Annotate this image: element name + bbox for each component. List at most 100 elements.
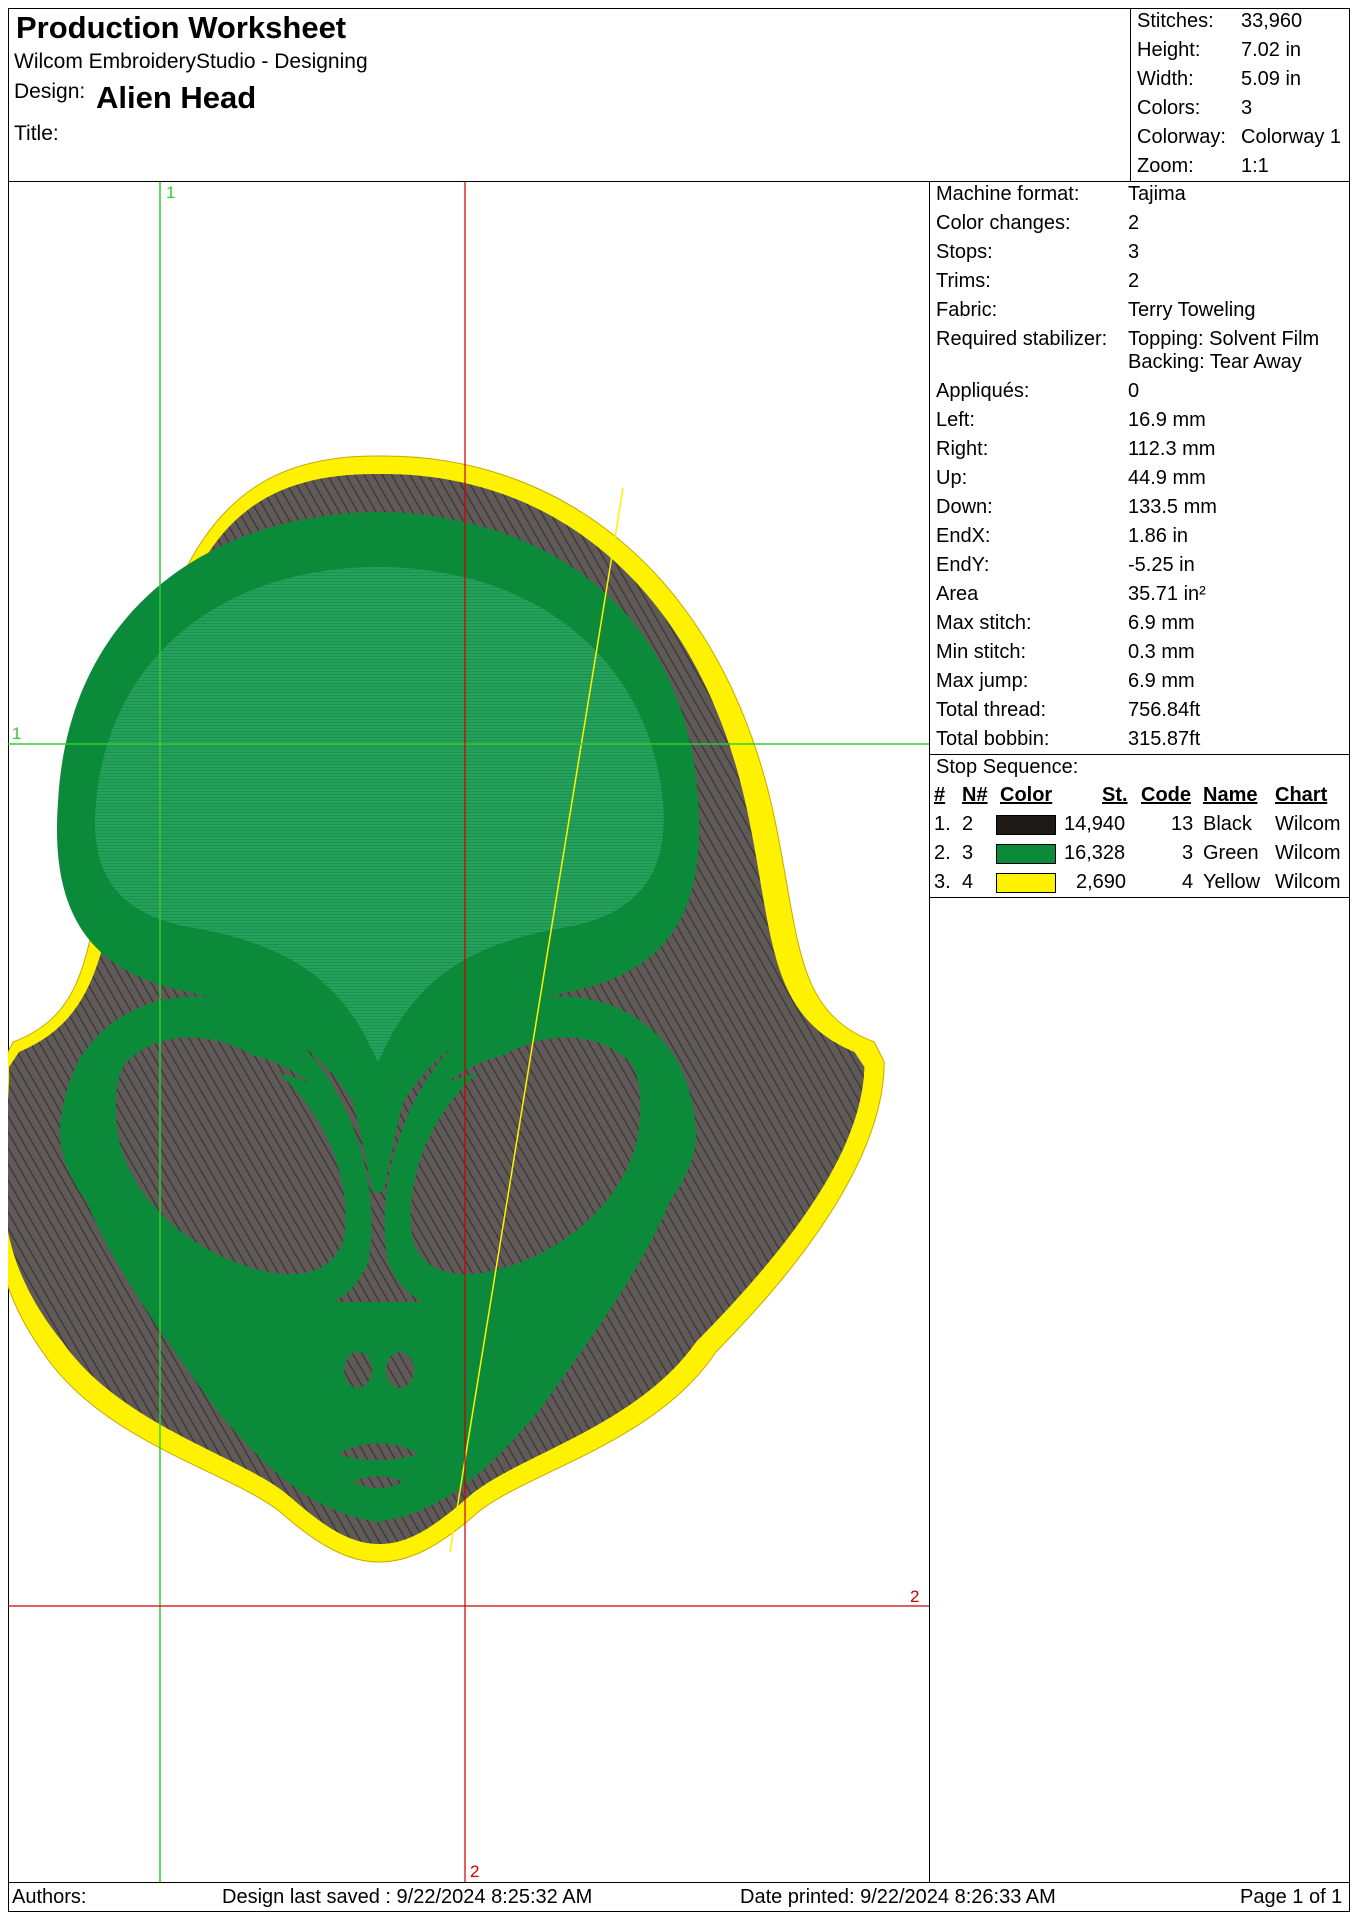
info-row: Up: 44.9 mm: [936, 467, 1206, 490]
info-value: 16.9 mm: [1128, 409, 1206, 431]
design-info-panel: Machine format: Tajima Color changes: 2 St…: [929, 182, 1350, 898]
stop-code: 4: [1182, 871, 1194, 893]
stat-value: 33,960: [1241, 10, 1303, 32]
stop-code: 13: [1171, 813, 1194, 835]
info-label: Fabric:: [936, 299, 998, 321]
info-value: 2: [1128, 270, 1140, 292]
info-row: Color changes: 2: [936, 212, 1139, 235]
stop-color-name: Yellow: [1203, 871, 1261, 893]
software-name: Wilcom EmbroideryStudio - Designing: [14, 50, 368, 73]
info-row: Left: 16.9 mm: [936, 409, 1206, 432]
stat-label: Stitches:: [1137, 10, 1214, 32]
col-header-code: Code: [1141, 784, 1191, 806]
info-row: Appliqués: 0: [936, 380, 1139, 403]
design-label: Design:: [14, 80, 86, 103]
guide-label-red-right: 2: [910, 1587, 919, 1606]
stop-stitches: 2,690: [1076, 871, 1127, 893]
info-label: Color changes:: [936, 212, 1071, 234]
info-value: 133.5 mm: [1128, 496, 1217, 518]
stat-value: 3: [1241, 97, 1253, 119]
panel-divider: [929, 898, 930, 1882]
info-row: Total thread: 756.84ft: [936, 699, 1200, 722]
divider: [930, 754, 1350, 755]
info-value: 6.9 mm: [1128, 670, 1195, 692]
color-swatch: [996, 815, 1056, 835]
stat-label: Zoom:: [1137, 155, 1194, 177]
stat-colors: Colors: 3: [1137, 97, 1252, 120]
stop-chart: Wilcom: [1275, 871, 1341, 893]
stop-color-name: Green: [1203, 842, 1259, 864]
info-value: Backing: Tear Away: [1128, 351, 1302, 373]
color-swatch: [996, 844, 1056, 864]
info-row: Max stitch: 6.9 mm: [936, 612, 1195, 635]
info-value: 6.9 mm: [1128, 612, 1195, 634]
info-value: Tajima: [1128, 183, 1186, 205]
info-row: Machine format: Tajima: [936, 183, 1186, 206]
info-value: Topping: Solvent Film: [1128, 328, 1320, 350]
info-label: Stops:: [936, 241, 993, 263]
info-value: 315.87ft: [1128, 728, 1201, 750]
right-nostril: [386, 1352, 414, 1388]
info-row: Stops: 3: [936, 241, 1139, 264]
guide-label-red-bottom: 2: [470, 1862, 479, 1881]
page-title: Production Worksheet: [16, 10, 347, 45]
stop-sequence-title: Stop Sequence:: [936, 756, 1079, 778]
info-label: Max jump:: [936, 670, 1029, 692]
info-label: EndX:: [936, 525, 991, 547]
col-header-name: Name: [1203, 784, 1258, 806]
info-value: 2: [1128, 212, 1140, 234]
info-row: Required stabilizer: Topping: Solvent Fil…: [936, 328, 1319, 351]
info-label: Right:: [936, 438, 989, 460]
info-row: Fabric: Terry Toweling: [936, 299, 1255, 322]
stat-height: Height: 7.02 in: [1137, 39, 1301, 62]
info-label: EndY:: [936, 554, 990, 576]
info-label: Required stabilizer:: [936, 328, 1108, 350]
stat-zoom: Zoom: 1:1: [1137, 155, 1269, 178]
info-row: Total bobbin: 315.87ft: [936, 728, 1200, 751]
worksheet-footer: Authors: Design last saved : 9/22/2024 8…: [8, 1882, 1350, 1912]
guide-label-green-left: 1: [12, 724, 21, 743]
stat-value: 5.09 in: [1241, 68, 1302, 90]
stop-stitches: 14,940: [1064, 813, 1126, 835]
info-label: Min stitch:: [936, 641, 1027, 663]
stop-color-name: Black: [1203, 813, 1252, 835]
design-canvas: 1 1 2 2: [8, 182, 929, 1882]
info-row: Down: 133.5 mm: [936, 496, 1217, 519]
info-label: Left:: [936, 409, 975, 431]
stat-stitches: Stitches: 33,960: [1137, 10, 1302, 33]
info-label: Up:: [936, 467, 968, 489]
info-row: Min stitch: 0.3 mm: [936, 641, 1195, 664]
info-value: Terry Toweling: [1128, 299, 1256, 321]
stat-label: Height:: [1137, 39, 1201, 61]
info-row: Trims: 2: [936, 270, 1139, 293]
color-swatch: [996, 873, 1056, 893]
worksheet-header: Production Worksheet Wilcom EmbroiderySt…: [8, 8, 1350, 182]
info-value: 1.86 in: [1128, 525, 1189, 547]
col-header-needle: N#: [962, 784, 988, 806]
col-header-color: Color: [1000, 784, 1053, 806]
info-value: -5.25 in: [1128, 554, 1195, 576]
stat-label: Width:: [1137, 68, 1194, 90]
info-label: Trims:: [936, 270, 991, 292]
info-value: 35.71 in²: [1128, 583, 1206, 605]
info-row: Max jump: 6.9 mm: [936, 670, 1195, 693]
stop-needle: 3: [962, 842, 974, 864]
stat-label: Colors:: [1137, 97, 1201, 119]
info-value: 0: [1128, 380, 1140, 402]
stop-stitches: 16,328: [1064, 842, 1126, 864]
stop-needle: 2: [962, 813, 974, 835]
info-label: Down:: [936, 496, 993, 518]
info-label: Appliqués:: [936, 380, 1030, 402]
design-stats: Stitches: 33,960 Height: 7.02 in Width: 5.0…: [1130, 8, 1350, 181]
last-saved: Design last saved : 9/22/2024 8:25:32 AM: [222, 1886, 593, 1908]
info-value: 0.3 mm: [1128, 641, 1195, 663]
design-name: Alien Head: [96, 80, 257, 115]
info-value: 44.9 mm: [1128, 467, 1206, 489]
col-header-stitches: St.: [1102, 784, 1128, 806]
title-label: Title:: [14, 122, 59, 145]
stop-num: 2.: [934, 842, 951, 864]
col-header-chart: Chart: [1275, 784, 1328, 806]
guide-label-green-top: 1: [166, 183, 175, 202]
stop-code: 3: [1182, 842, 1194, 864]
info-value: 112.3 mm: [1128, 438, 1216, 460]
